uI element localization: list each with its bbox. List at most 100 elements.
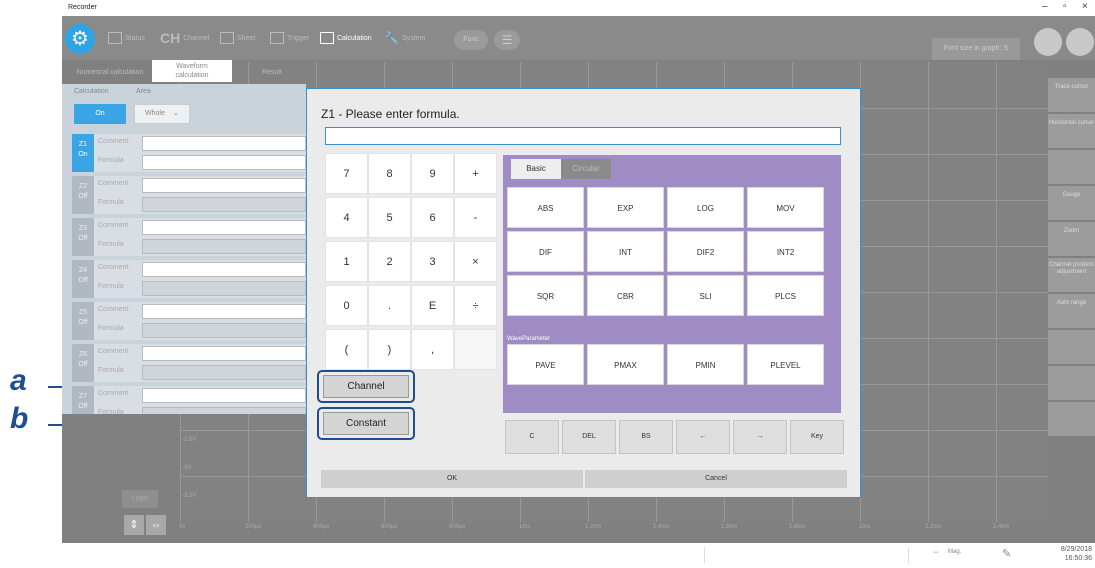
func-plcs[interactable]: PLCS — [747, 275, 824, 316]
key-exponent[interactable]: E — [411, 285, 454, 326]
cursor-left-button[interactable]: ← — [676, 420, 730, 454]
key-decimal[interactable]: . — [368, 285, 411, 326]
close-button[interactable]: × — [1082, 1, 1088, 12]
horizontal-scroll-icon[interactable]: ⇔ — [146, 515, 166, 535]
z7-formula-field[interactable] — [142, 407, 306, 414]
auto-range-button[interactable]: Auto range — [1048, 294, 1095, 328]
key-4[interactable]: 4 — [325, 197, 368, 238]
func-pmin[interactable]: PMIN — [667, 344, 744, 385]
key-1[interactable]: 1 — [325, 241, 368, 282]
pen-icon[interactable]: ✎ — [1002, 547, 1011, 560]
backspace-button[interactable]: BS — [619, 420, 673, 454]
z5-comment-field[interactable] — [142, 304, 306, 319]
key-button[interactable]: Key — [790, 420, 844, 454]
right-panel-blank-button[interactable] — [1048, 150, 1095, 184]
delete-button[interactable]: DEL — [562, 420, 616, 454]
key-6[interactable]: 6 — [411, 197, 454, 238]
minimize-button[interactable]: – — [1042, 1, 1048, 12]
z3-comment-field[interactable] — [142, 220, 306, 235]
z1-formula-field[interactable] — [142, 155, 306, 170]
trace-cursor-button[interactable]: Trace cursor — [1048, 78, 1095, 112]
ok-button[interactable]: OK — [321, 470, 583, 488]
func-dif2[interactable]: DIF2 — [667, 231, 744, 272]
calculation-toggle[interactable]: On — [74, 104, 126, 124]
gauge-button[interactable]: Gauge — [1048, 186, 1095, 220]
func-plevel[interactable]: PLEVEL — [747, 344, 824, 385]
tab-sheet[interactable]: Sheet — [220, 24, 255, 52]
func-pmax[interactable]: PMAX — [587, 344, 664, 385]
cancel-button[interactable]: Cancel — [585, 470, 847, 488]
vertical-scroll-icon[interactable]: ⇕ — [124, 515, 144, 535]
z6-toggle[interactable]: Z6 Off — [72, 344, 94, 382]
key-plus[interactable]: + — [454, 153, 497, 194]
save-icon[interactable] — [1066, 28, 1094, 56]
z1-comment-field[interactable] — [142, 136, 306, 151]
func-sli[interactable]: SLI — [667, 275, 744, 316]
cursor-right-button[interactable]: → — [733, 420, 787, 454]
z2-toggle[interactable]: Z2 Off — [72, 176, 94, 214]
right-panel-blank-button[interactable] — [1048, 330, 1095, 364]
func-int[interactable]: INT — [587, 231, 664, 272]
z4-formula-field[interactable] — [142, 281, 306, 296]
tab-trigger[interactable]: Trigger — [270, 24, 309, 52]
key-8[interactable]: 8 — [368, 153, 411, 194]
z4-comment-field[interactable] — [142, 262, 306, 277]
area-select[interactable]: Whole ⌄ — [134, 104, 190, 124]
z1-toggle[interactable]: Z1 On — [72, 134, 94, 172]
key-3[interactable]: 3 — [411, 241, 454, 282]
z2-formula-field[interactable] — [142, 197, 306, 212]
func-cbr[interactable]: CBR — [587, 275, 664, 316]
horizontal-cursor-button[interactable]: Horizontal cursor — [1048, 114, 1095, 148]
list-menu-button[interactable]: ☰ — [494, 30, 520, 50]
clear-button[interactable]: C — [505, 420, 559, 454]
key-open-paren[interactable]: ( — [325, 329, 368, 370]
z3-toggle[interactable]: Z3 Off — [72, 218, 94, 256]
folder-icon[interactable] — [1034, 28, 1062, 56]
func-mov[interactable]: MOV — [747, 187, 824, 228]
func-pave[interactable]: PAVE — [507, 344, 584, 385]
channel-position-adjustment-button[interactable]: Channel position adjustment — [1048, 258, 1095, 292]
func-abs[interactable]: ABS — [507, 187, 584, 228]
formula-input[interactable] — [325, 127, 841, 145]
z6-comment-field[interactable] — [142, 346, 306, 361]
tab-channel[interactable]: CH Channel — [160, 24, 209, 52]
func-button[interactable]: Func — [454, 30, 488, 50]
key-2[interactable]: 2 — [368, 241, 411, 282]
key-comma[interactable]: , — [411, 329, 454, 370]
z7-toggle[interactable]: Z7 Off — [72, 386, 94, 414]
func-sqr[interactable]: SQR — [507, 275, 584, 316]
maximize-button[interactable]: ▫ — [1063, 1, 1067, 12]
logic-button[interactable]: Logic — [122, 490, 158, 508]
font-size-button[interactable]: Font size in graph: S — [932, 38, 1020, 60]
z3-formula-field[interactable] — [142, 239, 306, 254]
zoom-button[interactable]: Zoom — [1048, 222, 1095, 256]
tab-calculation[interactable]: Calculation — [320, 24, 372, 52]
tab-waveform-calculation[interactable]: Waveform calculation — [152, 60, 232, 82]
tab-circular[interactable]: Circular — [561, 159, 611, 179]
tab-basic[interactable]: Basic — [511, 159, 561, 179]
mag-icon[interactable]: ⇔ — [932, 547, 940, 556]
z6-formula-field[interactable] — [142, 365, 306, 380]
gear-icon[interactable]: ⚙ — [65, 24, 95, 54]
key-divide[interactable]: ÷ — [454, 285, 497, 326]
right-panel-blank-button[interactable] — [1048, 402, 1095, 436]
key-5[interactable]: 5 — [368, 197, 411, 238]
z7-comment-field[interactable] — [142, 388, 306, 403]
tab-status[interactable]: Status — [108, 24, 145, 52]
func-int2[interactable]: INT2 — [747, 231, 824, 272]
key-minus[interactable]: - — [454, 197, 497, 238]
func-exp[interactable]: EXP — [587, 187, 664, 228]
right-panel-blank-button[interactable] — [1048, 366, 1095, 400]
channel-button[interactable]: Channel — [323, 375, 409, 398]
tab-system[interactable]: 🔧 System — [384, 24, 425, 52]
z5-toggle[interactable]: Z5 Off — [72, 302, 94, 340]
constant-button[interactable]: Constant — [323, 412, 409, 435]
z4-toggle[interactable]: Z4 Off — [72, 260, 94, 298]
key-7[interactable]: 7 — [325, 153, 368, 194]
key-multiply[interactable]: × — [454, 241, 497, 282]
key-close-paren[interactable]: ) — [368, 329, 411, 370]
z5-formula-field[interactable] — [142, 323, 306, 338]
key-0[interactable]: 0 — [325, 285, 368, 326]
func-log[interactable]: LOG — [667, 187, 744, 228]
func-dif[interactable]: DIF — [507, 231, 584, 272]
